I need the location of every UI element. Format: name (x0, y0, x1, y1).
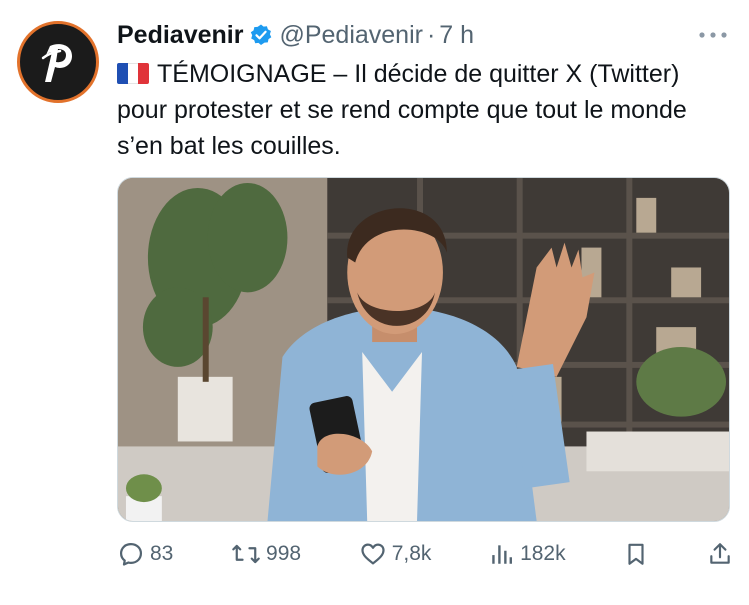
retweet-count: 998 (266, 542, 302, 565)
like-count: 7,8k (391, 542, 432, 565)
author-handle[interactable]: @Pediavenir (279, 21, 423, 50)
reply-button[interactable]: 83 (117, 540, 173, 568)
man-with-phone-photo (118, 178, 729, 521)
retweet-icon (232, 544, 260, 564)
more-icon (699, 32, 727, 38)
like-icon (361, 543, 385, 565)
author-avatar[interactable] (17, 21, 99, 103)
share-icon (710, 543, 730, 564)
reply-icon (119, 542, 143, 566)
tweet-media-image[interactable] (117, 177, 730, 522)
views-count: 182k (520, 542, 566, 565)
author-name[interactable]: Pediavenir (117, 21, 243, 50)
tweet-actions-bar: 83 998 7,8k 182k (117, 532, 733, 576)
header-separator: · (426, 20, 436, 49)
bookmark-button[interactable] (623, 540, 649, 568)
france-flag-icon (117, 63, 149, 84)
views-icon (492, 545, 513, 564)
tweet-timestamp[interactable]: 7 h (439, 21, 474, 50)
share-button[interactable] (707, 540, 733, 568)
views-button[interactable]: 182k (489, 540, 566, 568)
tweet-body: TÉMOIGNAGE – Il décide de quitter X (Twi… (117, 60, 687, 160)
tweet-header: Pediavenir @Pediavenir · 7 h (117, 18, 474, 52)
bookmark-icon (628, 543, 644, 565)
tweet-text: TÉMOIGNAGE – Il décide de quitter X (Twi… (117, 56, 729, 164)
like-button[interactable]: 7,8k (359, 540, 432, 568)
more-button[interactable] (693, 23, 733, 47)
reply-count: 83 (150, 542, 174, 565)
pediavenir-logo-icon (41, 44, 72, 82)
retweet-button[interactable]: 998 (231, 540, 301, 568)
verified-badge-icon (249, 23, 273, 47)
